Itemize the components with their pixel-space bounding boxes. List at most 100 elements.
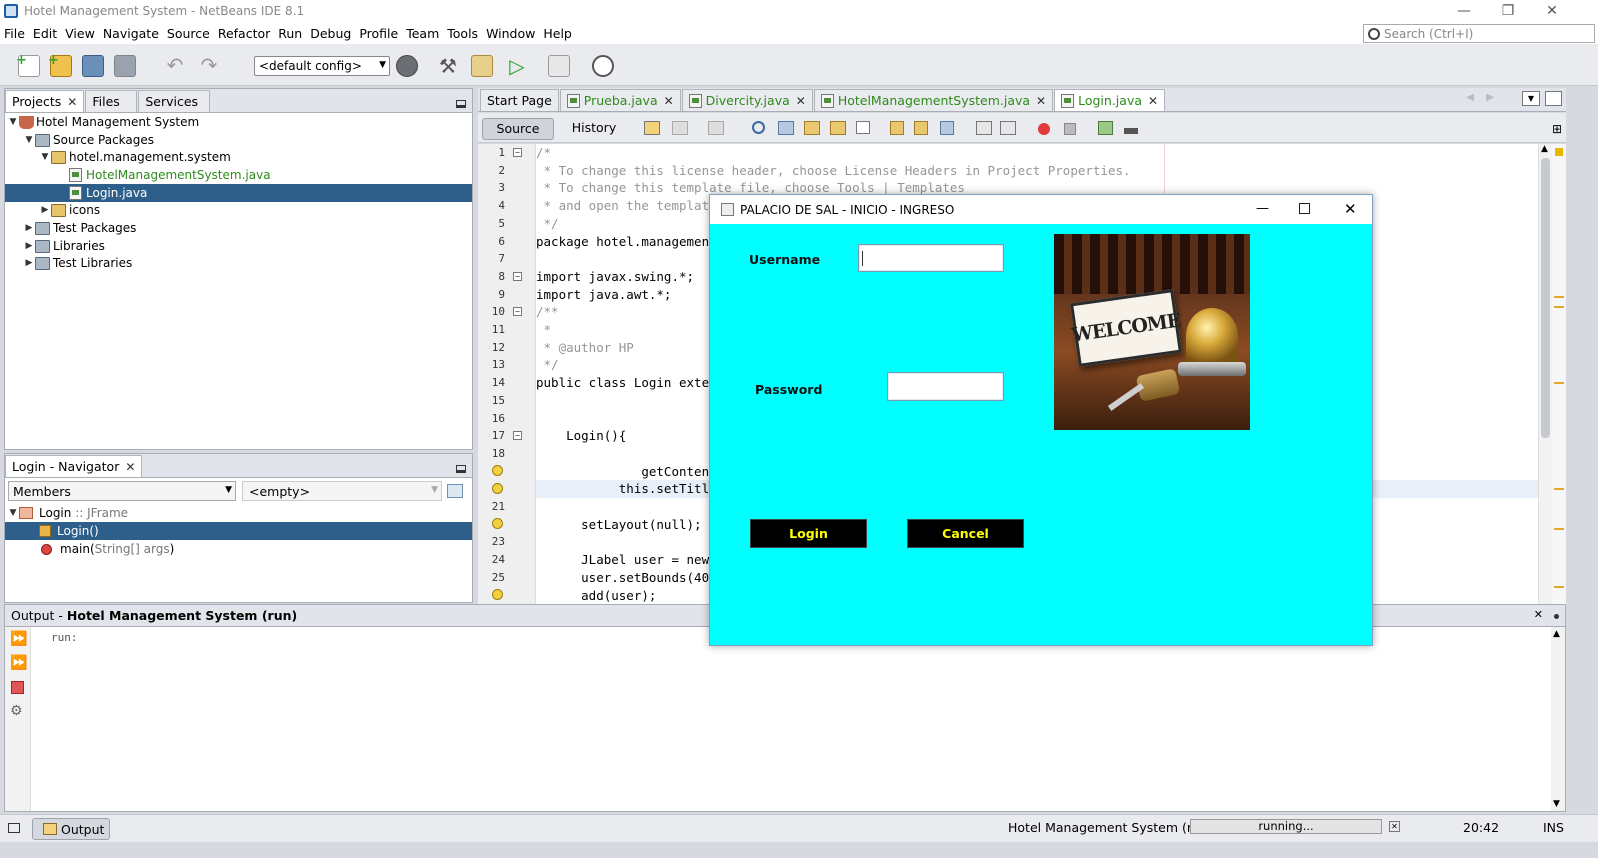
tab-projects[interactable]: Projects ✕	[5, 90, 85, 112]
menu-source[interactable]: Source	[167, 26, 210, 41]
tree-node-test-libraries[interactable]: ▶ Test Libraries	[23, 254, 133, 272]
tab-scroll-right-icon[interactable]: ▶	[1486, 92, 1494, 103]
new-project-icon[interactable]: +	[48, 53, 72, 77]
back-icon[interactable]	[672, 121, 688, 135]
new-file-icon[interactable]: +	[16, 53, 40, 77]
record-macro-icon[interactable]	[1038, 123, 1050, 135]
warning-mark[interactable]	[1554, 488, 1564, 490]
warning-mark[interactable]	[1554, 586, 1564, 588]
tree-node-package[interactable]: ▼ hotel.management.system	[39, 148, 231, 166]
tab-files[interactable]: Files	[85, 90, 138, 112]
minimize-pane-icon[interactable]	[456, 465, 466, 473]
menu-help[interactable]: Help	[543, 26, 572, 41]
tree-node-libraries[interactable]: ▶ Libraries	[23, 237, 105, 255]
rerun-icon[interactable]: ⏩	[10, 631, 27, 647]
uncomment-icon[interactable]	[1124, 122, 1138, 134]
scroll-up-icon[interactable]: ▲	[1541, 144, 1548, 154]
menu-window[interactable]: Window	[486, 26, 535, 41]
find-icon[interactable]	[752, 121, 765, 134]
navigator-main-node[interactable]: main(String[] args)	[41, 540, 174, 558]
close-icon[interactable]: ✕	[1530, 0, 1574, 22]
navigator-class-node[interactable]: ▼ Login :: JFrame	[7, 504, 129, 522]
minimize-pane-icon[interactable]	[456, 100, 466, 108]
history-mode-button[interactable]: History	[560, 118, 628, 140]
save-all-icon[interactable]	[114, 55, 136, 77]
empty-select[interactable]: <empty> ▼	[242, 481, 442, 501]
tab-start-page[interactable]: Start Page	[480, 89, 559, 111]
hint-bulb-icon[interactable]	[492, 589, 503, 600]
running-process-label[interactable]: Hotel Management System (run)	[1008, 820, 1213, 835]
tree-node-file-login[interactable]: Login.java	[5, 184, 472, 202]
hint-bulb-icon[interactable]	[492, 518, 503, 529]
collapsed-arrow-icon[interactable]: ▶	[23, 223, 35, 233]
pane-menu-icon[interactable]	[1554, 614, 1559, 619]
clean-build-icon[interactable]	[471, 55, 493, 77]
close-icon[interactable]: ✕	[1534, 608, 1543, 621]
menu-edit[interactable]: Edit	[33, 26, 57, 41]
editor-vertical-scrollbar[interactable]: ▲	[1538, 144, 1552, 604]
close-icon[interactable]: ✕	[125, 460, 135, 474]
undo-icon[interactable]: ↶	[164, 55, 186, 77]
maximize-editor-icon[interactable]	[1545, 91, 1562, 106]
username-field[interactable]	[858, 244, 1004, 272]
fold-toggle-icon[interactable]: −	[513, 148, 522, 157]
toggle-highlight-icon[interactable]	[830, 121, 846, 135]
tab-services[interactable]: Services	[138, 90, 211, 112]
close-icon[interactable]: ✕	[796, 94, 806, 108]
output-minimized-button[interactable]: Output	[32, 818, 110, 840]
restore-icon[interactable]: ❐	[1486, 0, 1530, 22]
minimize-icon[interactable]: —	[1442, 0, 1486, 22]
search-input[interactable]: Search (Ctrl+I)	[1363, 24, 1595, 43]
globe-icon[interactable]	[396, 55, 418, 77]
tree-node-icons[interactable]: ▶ icons	[39, 201, 101, 219]
shift-left-icon[interactable]	[976, 121, 992, 135]
split-editor-icon[interactable]: ⊞	[1552, 122, 1562, 136]
cancel-process-icon[interactable]: ✕	[1389, 821, 1400, 832]
scroll-up-icon[interactable]: ▲	[1553, 629, 1560, 639]
warning-mark[interactable]	[1554, 306, 1564, 308]
last-edit-icon[interactable]	[644, 121, 660, 135]
tab-scroll-left-icon[interactable]: ◀	[1466, 92, 1474, 103]
fold-toggle-icon[interactable]: −	[513, 272, 522, 281]
password-field[interactable]	[887, 372, 1004, 401]
find-next-icon[interactable]	[804, 121, 820, 135]
warning-mark[interactable]	[1554, 296, 1564, 298]
scroll-down-icon[interactable]: ▼	[1553, 799, 1560, 809]
members-select[interactable]: Members ▼	[8, 481, 236, 501]
build-icon[interactable]: ⚒	[437, 55, 459, 77]
expanded-arrow-icon[interactable]: ▼	[7, 117, 19, 127]
warning-mark[interactable]	[1554, 528, 1564, 530]
menu-view[interactable]: View	[65, 26, 95, 41]
debug-icon[interactable]	[548, 55, 570, 77]
settings-icon[interactable]: ⚙	[10, 703, 23, 719]
warning-mark[interactable]	[1554, 382, 1564, 384]
toggle-bookmark-icon[interactable]	[940, 121, 954, 135]
navigator-options-icon[interactable]	[447, 484, 463, 498]
collapsed-arrow-icon[interactable]: ▶	[23, 258, 35, 268]
tab-navigator[interactable]: Login - Navigator ✕	[5, 455, 143, 477]
collapsed-arrow-icon[interactable]: ▶	[39, 205, 51, 215]
expanded-arrow-icon[interactable]: ▼	[39, 152, 51, 162]
menu-debug[interactable]: Debug	[310, 26, 351, 41]
find-previous-icon[interactable]	[778, 121, 794, 135]
close-icon[interactable]: ✕	[1036, 94, 1046, 108]
open-project-icon[interactable]	[82, 55, 104, 77]
tab-prueba[interactable]: Prueba.java ✕	[559, 89, 681, 111]
menu-run[interactable]: Run	[278, 26, 302, 41]
forward-icon[interactable]	[708, 121, 724, 135]
shift-right-icon[interactable]	[1000, 121, 1016, 135]
fold-toggle-icon[interactable]: −	[513, 307, 522, 316]
run-icon[interactable]: ▷	[506, 55, 528, 77]
menu-navigate[interactable]: Navigate	[103, 26, 159, 41]
previous-bookmark-icon[interactable]	[890, 121, 904, 135]
redo-icon[interactable]: ↷	[198, 55, 220, 77]
tab-hotelmanagementsystem[interactable]: HotelManagementSystem.java ✕	[813, 89, 1054, 111]
dialog-maximize-icon[interactable]	[1299, 203, 1310, 214]
tab-divercity[interactable]: Divercity.java ✕	[681, 89, 813, 111]
source-mode-button[interactable]: Source	[482, 118, 554, 140]
menu-team[interactable]: Team	[406, 26, 439, 41]
tree-node-source-packages[interactable]: ▼ Source Packages	[23, 131, 155, 149]
login-button[interactable]: Login	[750, 519, 867, 548]
navigator-constructor-node[interactable]: Login()	[5, 522, 472, 540]
stop-icon[interactable]	[11, 681, 24, 694]
